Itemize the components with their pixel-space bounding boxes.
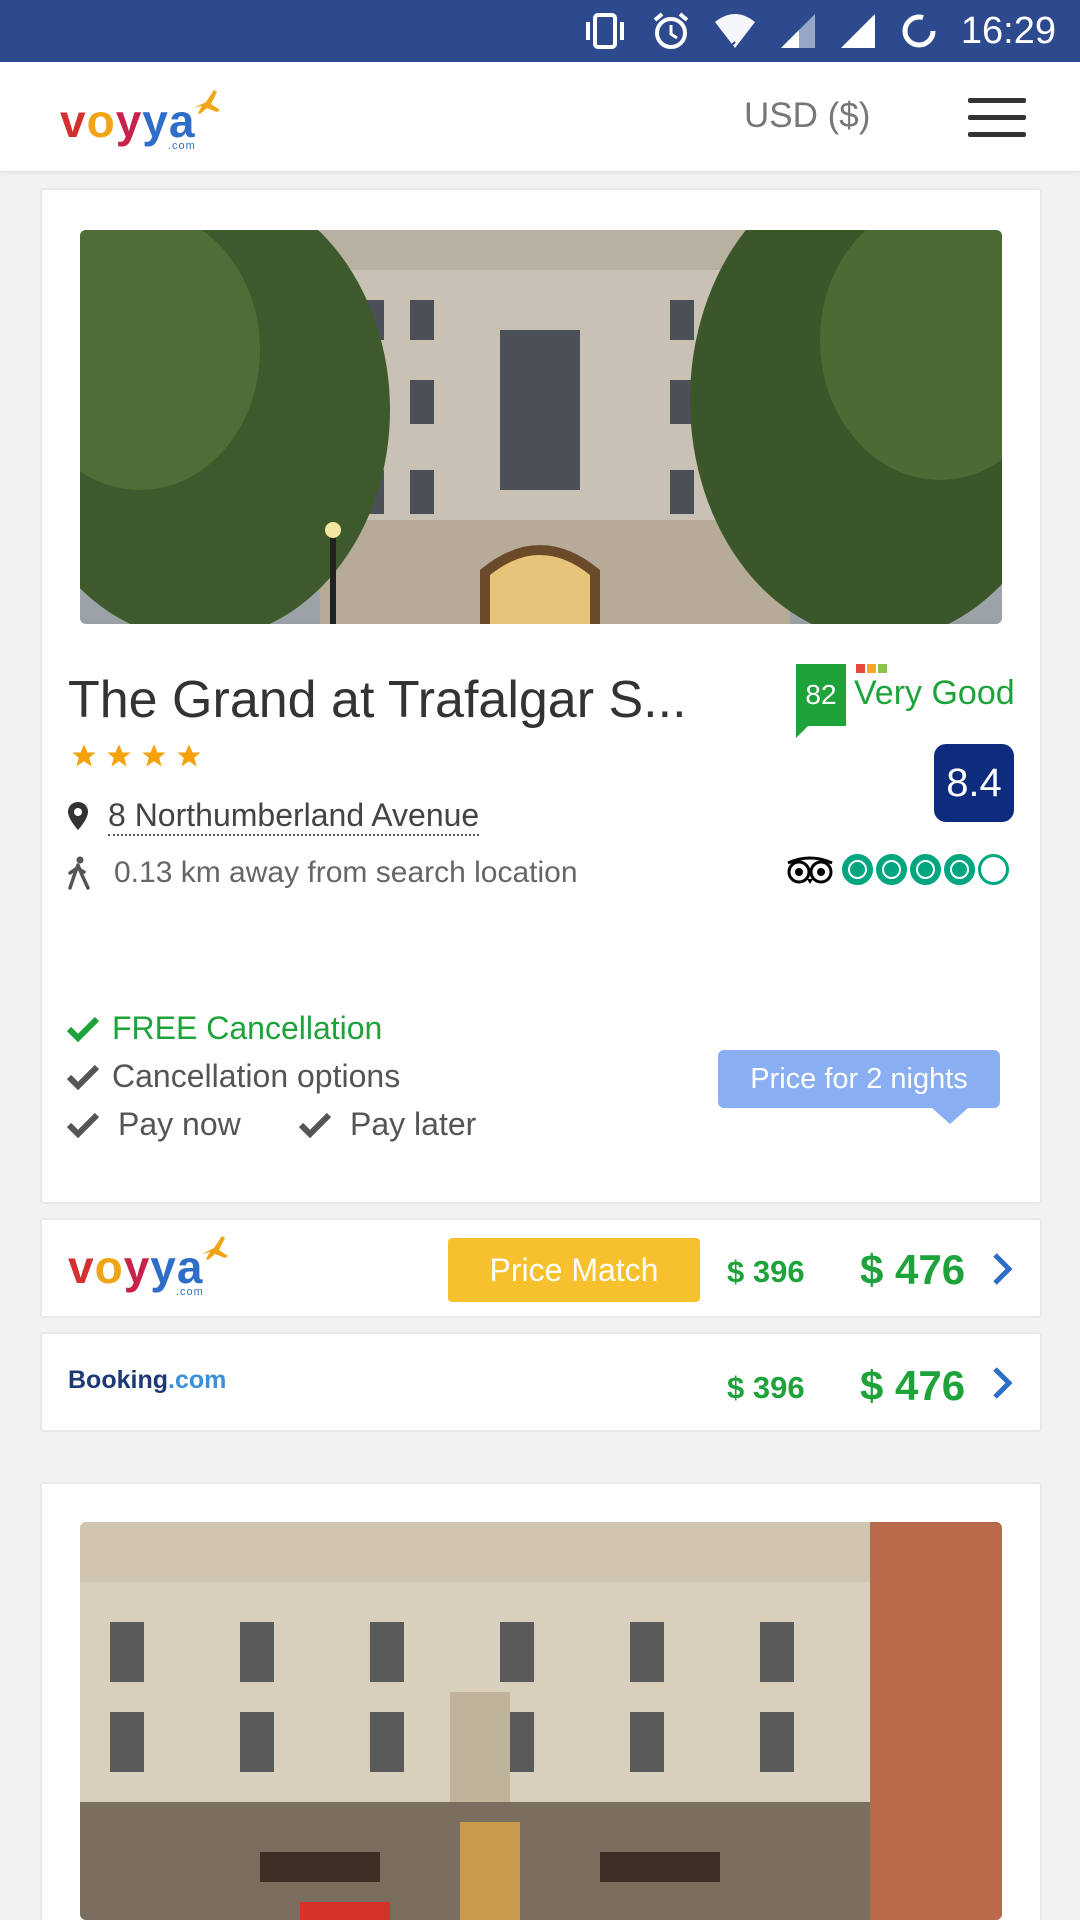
star-icon [107, 744, 131, 767]
distance-row: 0.13 km away from search location [66, 856, 578, 890]
voyya-logo[interactable]: voyya .com [60, 90, 220, 152]
currency-selector[interactable]: USD ($) [744, 96, 870, 136]
pay-later: Pay later [298, 1106, 476, 1143]
distance-text: 0.13 km away from search location [114, 856, 578, 889]
vibrate-icon [585, 13, 624, 49]
price-nights-tooltip: Price for 2 nights [718, 1050, 1000, 1124]
score-dots [856, 664, 887, 673]
signal-icon [780, 14, 815, 48]
guest-rating-box: 8.4 [934, 744, 1014, 822]
booking-logo: Booking.com [68, 1366, 227, 1394]
logo-suffix: .com [168, 140, 196, 152]
pay-now: Pay now [66, 1106, 241, 1143]
airplane-icon [194, 90, 220, 114]
tripadvisor-owl-icon [787, 856, 833, 884]
menu-button[interactable] [968, 98, 1028, 140]
walking-icon [68, 856, 90, 890]
hamburger-icon [968, 98, 1026, 103]
tripadvisor-rating [784, 854, 1009, 885]
rating-circle-full [876, 854, 907, 885]
rating-circle-full [842, 854, 873, 885]
price[interactable]: $ 476 [860, 1246, 965, 1294]
old-price: $ 396 [727, 1254, 805, 1289]
star-rating [70, 742, 203, 770]
rating-circle-empty [978, 854, 1009, 885]
map-pin-icon [68, 802, 88, 830]
review-score-badge: 82 [796, 664, 846, 738]
hotel-photo[interactable] [80, 230, 1002, 624]
review-score-label: Very Good [854, 674, 1015, 712]
provider-suffix: .com [176, 1286, 204, 1298]
wifi-icon [714, 14, 755, 48]
voyya-provider-logo: voyya .com [68, 1236, 228, 1298]
airplane-icon [202, 1236, 228, 1260]
rating-circle-full [944, 854, 975, 885]
status-bar: 16:29 [0, 0, 1080, 62]
app-header: voyya .com USD ($) [0, 62, 1080, 172]
star-icon [72, 744, 96, 767]
check-icon [298, 1112, 332, 1138]
price[interactable]: $ 476 [860, 1362, 965, 1410]
chevron-right-icon[interactable] [990, 1252, 1014, 1286]
check-icon [66, 1112, 100, 1138]
clock: 16:29 [960, 9, 1056, 52]
old-price: $ 396 [727, 1370, 805, 1405]
star-icon [142, 744, 166, 767]
hotel-name[interactable]: The Grand at Trafalgar S... [68, 670, 687, 730]
address-row: 8 Northumberland Avenue [66, 796, 480, 836]
check-icon [66, 1064, 100, 1090]
star-icon [177, 744, 201, 767]
hotel-photo-2[interactable] [80, 1522, 1002, 1920]
rating-circle-full [910, 854, 941, 885]
alarm-icon [653, 12, 689, 49]
price-match-button[interactable]: Price Match [448, 1238, 700, 1302]
free-cancellation: FREE Cancellation [66, 1010, 382, 1047]
cancellation-options[interactable]: Cancellation options [66, 1058, 400, 1095]
chevron-right-icon[interactable] [990, 1366, 1014, 1400]
loading-icon [902, 14, 936, 48]
hotel-address[interactable]: 8 Northumberland Avenue [108, 796, 480, 836]
signal-icon [840, 14, 875, 48]
check-icon [66, 1016, 100, 1042]
